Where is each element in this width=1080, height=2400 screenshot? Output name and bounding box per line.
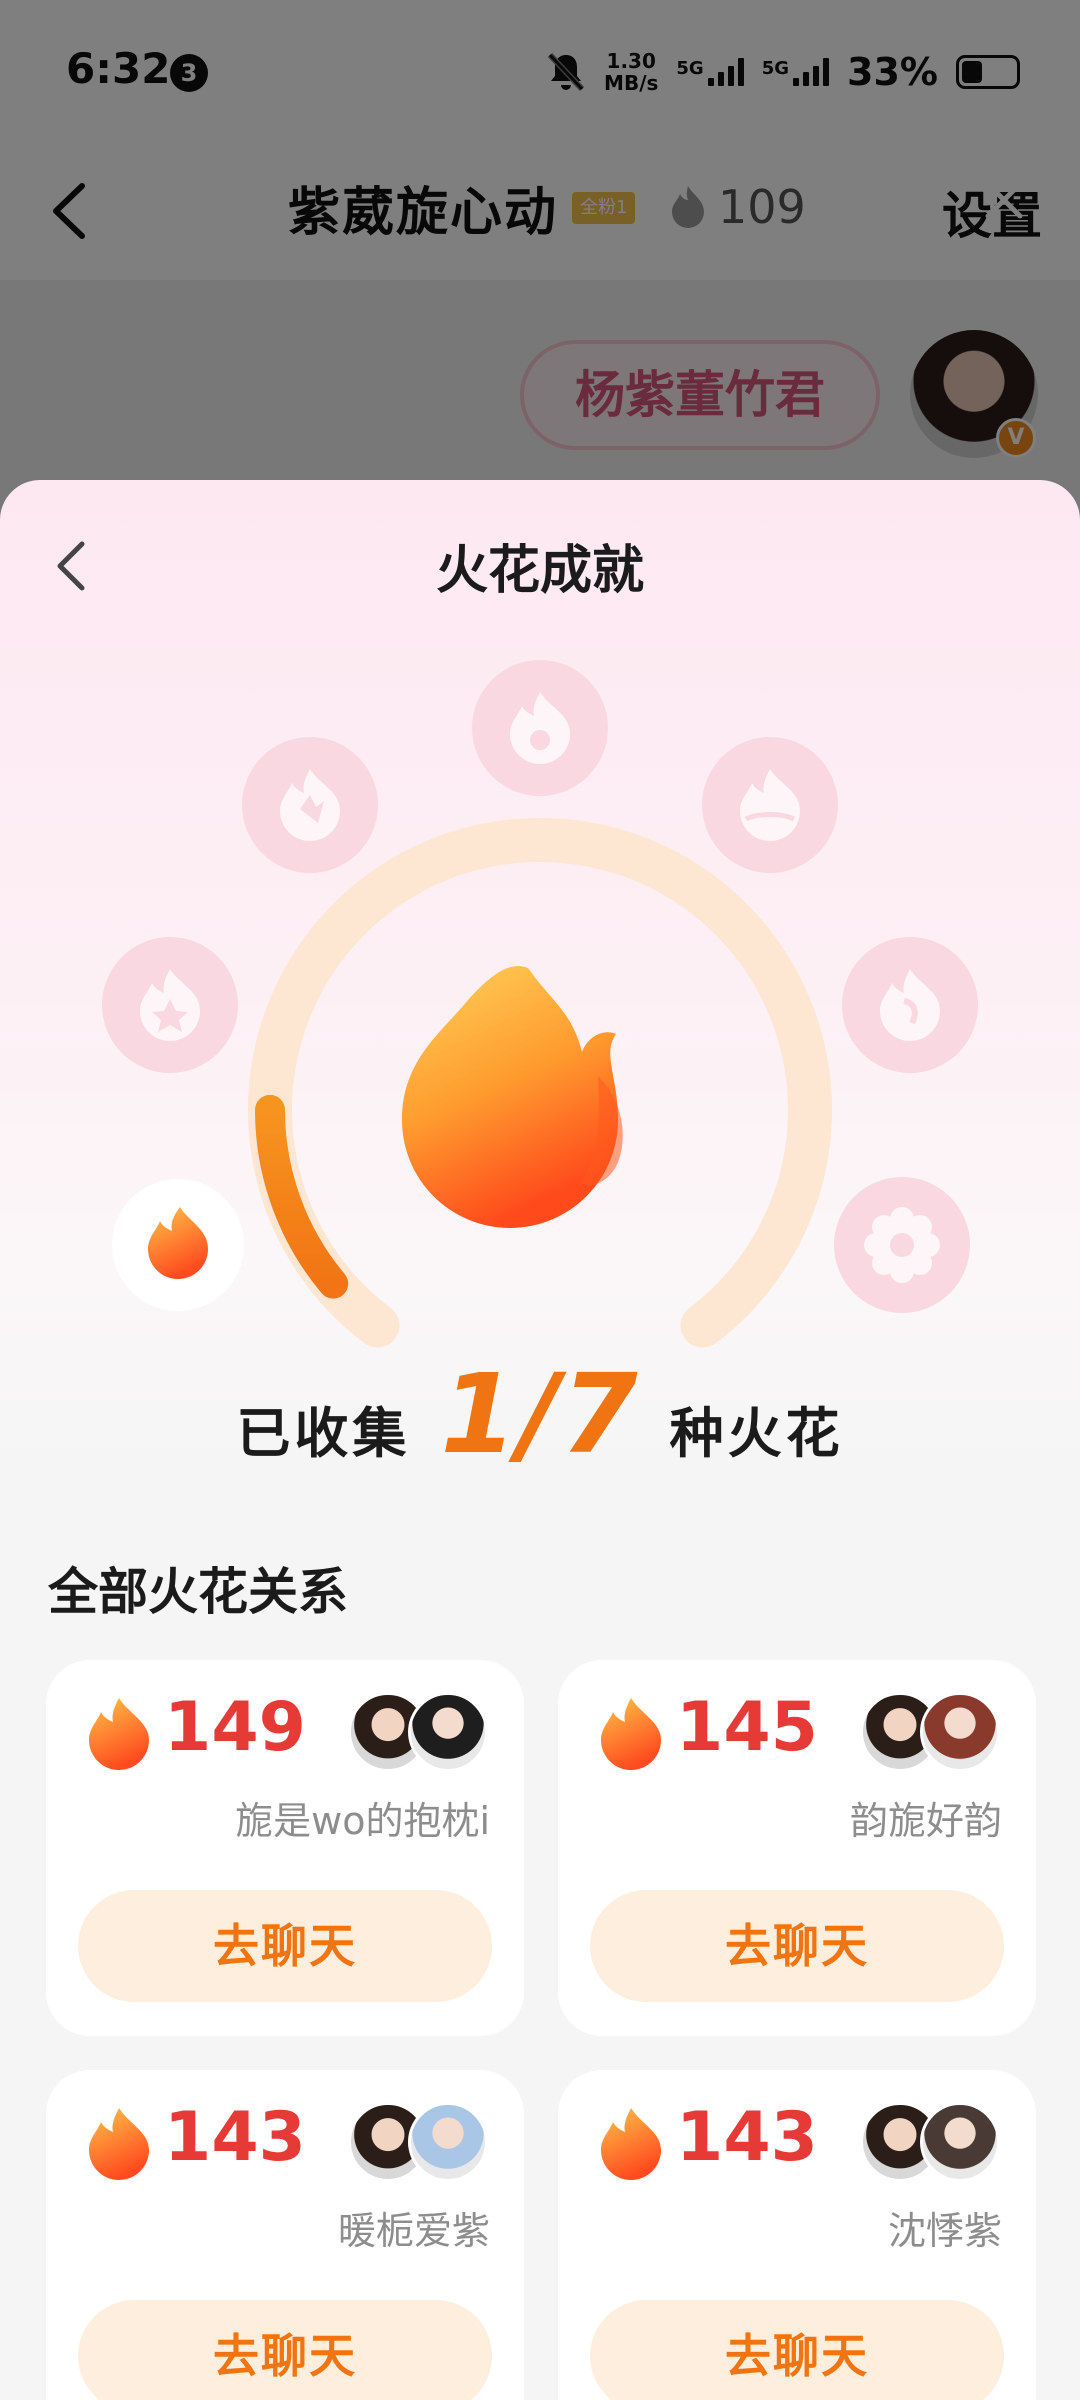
flame-icon	[601, 1698, 661, 1770]
spark-achievement-sheet: 火花成就 已收集 1/7 种火花 全部火花关系 149 旎是wo的抱枕i 去聊天…	[0, 480, 1080, 2400]
spark-count: 143	[676, 2098, 818, 2177]
avatar[interactable]	[408, 1692, 488, 1772]
go-chat-button[interactable]: 去聊天	[78, 2300, 492, 2400]
friend-name: 暖栀爱紫	[337, 2209, 490, 2253]
flame-icon	[601, 2108, 661, 2180]
avatar-pair	[860, 2102, 1000, 2182]
relation-card: 143 暖栀爱紫 去聊天	[46, 2070, 524, 2400]
friend-name: 沈悸紫	[887, 2209, 1002, 2253]
relation-card: 145 韵旎好韵 去聊天	[558, 1660, 1036, 2036]
avatar[interactable]	[408, 2102, 488, 2182]
go-chat-button[interactable]: 去聊天	[590, 1890, 1004, 2002]
unlocked-spark-badge	[112, 1179, 244, 1311]
locked-spark-badge	[702, 737, 838, 873]
avatar[interactable]	[920, 2102, 1000, 2182]
locked-spark-badge	[842, 937, 978, 1073]
friend-name: 旎是wo的抱枕i	[235, 1799, 490, 1843]
collected-suffix: 种火花	[669, 1402, 844, 1465]
go-chat-button[interactable]: 去聊天	[78, 1890, 492, 2002]
avatar-pair	[348, 1692, 488, 1772]
spark-count: 145	[676, 1688, 818, 1767]
main-flame-icon	[402, 966, 623, 1228]
relation-card: 149 旎是wo的抱枕i 去聊天	[46, 1660, 524, 2036]
collected-summary: 已收集 1/7 种火花	[0, 1350, 1080, 1478]
flame-icon	[89, 2108, 149, 2180]
avatar-pair	[860, 1692, 1000, 1772]
go-chat-button[interactable]: 去聊天	[590, 2300, 1004, 2400]
avatar[interactable]	[920, 1692, 1000, 1772]
section-title: 全部火花关系	[48, 1563, 348, 1621]
avatar-pair	[348, 2102, 488, 2182]
locked-spark-badge	[242, 737, 378, 873]
flame-icon	[89, 1698, 149, 1770]
relations-grid: 149 旎是wo的抱枕i 去聊天 145 韵旎好韵 去聊天 143 暖栀爱紫 去…	[46, 1660, 1036, 2400]
collected-prefix: 已收集	[236, 1402, 411, 1465]
locked-spark-badge	[102, 937, 238, 1073]
locked-spark-badge	[472, 660, 608, 796]
spark-count: 149	[164, 1688, 306, 1767]
collected-count: 1/7	[440, 1350, 640, 1478]
spark-count: 143	[164, 2098, 306, 2177]
achievement-ring	[102, 660, 978, 1348]
relation-card: 143 沈悸紫 去聊天	[558, 2070, 1036, 2400]
locked-spark-badge	[834, 1177, 970, 1313]
friend-name: 韵旎好韵	[849, 1799, 1002, 1843]
